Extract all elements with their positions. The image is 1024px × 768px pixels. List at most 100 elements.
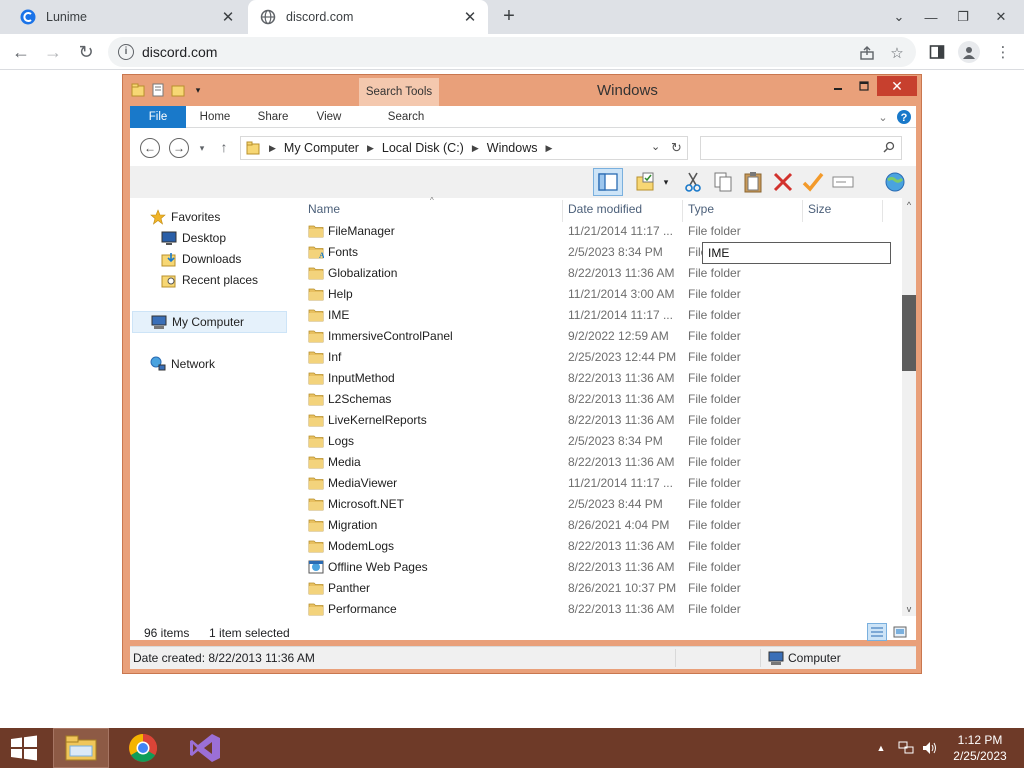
breadcrumb-separator-icon[interactable]: ▶ <box>472 143 479 154</box>
bookmark-star-icon[interactable]: ☆ <box>888 44 906 62</box>
scroll-down-icon[interactable]: v <box>902 602 916 616</box>
tab-home[interactable]: Home <box>190 106 240 128</box>
restore-button[interactable]: ❐ <box>946 0 980 34</box>
column-divider[interactable] <box>562 200 563 222</box>
file-row[interactable]: L2Schemas 8/22/2013 11:36 AM File folder <box>300 389 900 410</box>
file-row[interactable]: FileManager 11/21/2014 11:17 ... File fold… <box>300 221 900 242</box>
address-bar[interactable]: ▶ My Computer ▶ Local Disk (C:) ▶ Window… <box>240 136 688 160</box>
file-row[interactable]: Performance 8/22/2013 11:36 AM File folder <box>300 599 900 620</box>
file-row[interactable]: Panther 8/26/2021 10:37 PM File folder <box>300 578 900 599</box>
column-divider[interactable] <box>802 200 803 222</box>
side-panel-icon[interactable] <box>928 43 946 61</box>
cut-icon[interactable] <box>680 169 706 195</box>
forward-button[interactable]: → <box>40 39 66 65</box>
properties-icon[interactable] <box>150 82 166 98</box>
file-row[interactable]: Inf 2/25/2023 12:44 PM File folder <box>300 347 900 368</box>
column-divider[interactable] <box>882 200 883 222</box>
new-folder-icon[interactable] <box>170 82 186 98</box>
details-view-icon[interactable] <box>867 623 887 641</box>
show-hidden-icons-icon[interactable]: ▲ <box>874 740 888 756</box>
file-row[interactable]: Logs 2/5/2023 8:34 PM File folder <box>300 431 900 452</box>
tab-view[interactable]: View <box>305 106 353 128</box>
volume-icon[interactable] <box>920 740 940 756</box>
share-icon[interactable] <box>858 44 876 62</box>
scroll-thumb[interactable] <box>902 295 916 371</box>
column-type[interactable]: Type <box>688 202 714 216</box>
column-date-modified[interactable]: Date modified <box>568 202 642 216</box>
breadcrumb-separator-icon[interactable]: ▶ <box>269 143 276 154</box>
breadcrumb-local-disk[interactable]: Local Disk (C:) <box>382 141 464 155</box>
breadcrumb-windows[interactable]: Windows <box>487 141 538 155</box>
file-row[interactable]: LiveKernelReports 8/22/2013 11:36 AM File … <box>300 410 900 431</box>
preview-pane-icon[interactable] <box>593 168 623 196</box>
file-row[interactable]: Microsoft.NET 2/5/2023 8:44 PM File folder <box>300 494 900 515</box>
vertical-scrollbar[interactable]: ^ v <box>902 198 916 616</box>
address-bar[interactable]: i discord.com ☆ <box>108 37 916 67</box>
tab-close-icon[interactable]: ✕ <box>460 7 480 27</box>
file-row[interactable]: Media 8/22/2013 11:36 AM File folder <box>300 452 900 473</box>
browser-menu-icon[interactable]: ⋮ <box>994 43 1012 61</box>
tab-discord[interactable]: discord.com ✕ <box>248 0 488 34</box>
maximize-button[interactable] <box>851 76 877 96</box>
checkmark-icon[interactable] <box>800 169 826 195</box>
tab-search[interactable]: Search <box>366 106 446 128</box>
expand-ribbon-chevron-icon[interactable]: ⌄ <box>875 109 891 125</box>
forward-button[interactable]: → <box>169 138 189 158</box>
refresh-icon[interactable]: ↻ <box>671 140 682 156</box>
large-icons-view-icon[interactable] <box>891 623 909 641</box>
tab-search-chevron-icon[interactable]: ⌄ <box>882 0 916 34</box>
start-button[interactable] <box>0 728 48 768</box>
file-row[interactable]: InputMethod 8/22/2013 11:36 AM File folder <box>300 368 900 389</box>
taskbar-visual-studio-icon[interactable] <box>177 728 233 768</box>
close-window-button[interactable]: ✕ <box>984 0 1018 34</box>
globe-icon[interactable] <box>882 169 908 195</box>
breadcrumb-separator-icon[interactable]: ▶ <box>545 143 552 154</box>
column-size[interactable]: Size <box>808 202 831 216</box>
taskbar-clock[interactable]: 1:12 PM 2/25/2023 <box>944 732 1016 764</box>
rename-input[interactable]: IME <box>702 242 891 264</box>
profile-avatar-icon[interactable] <box>958 41 980 63</box>
column-name[interactable]: Name <box>308 202 340 216</box>
minimize-button[interactable]: — <box>914 0 948 34</box>
tab-share[interactable]: Share <box>248 106 298 128</box>
folder-options-chevron-icon[interactable]: ▾ <box>660 169 672 195</box>
help-icon[interactable]: ? <box>896 109 912 125</box>
search-input[interactable] <box>700 136 902 160</box>
scroll-up-icon[interactable]: ^ <box>902 198 916 212</box>
nav-desktop[interactable]: Desktop <box>161 227 226 249</box>
file-row[interactable]: MediaViewer 11/21/2014 11:17 ... File fold… <box>300 473 900 494</box>
network-tray-icon[interactable] <box>896 740 916 756</box>
site-info-icon[interactable]: i <box>118 44 134 60</box>
file-row[interactable]: Help 11/21/2014 3:00 AM File folder <box>300 284 900 305</box>
back-button[interactable]: ← <box>140 138 160 158</box>
tab-close-icon[interactable]: ✕ <box>218 7 238 27</box>
nav-downloads[interactable]: Downloads <box>161 248 241 270</box>
nav-favorites[interactable]: Favorites <box>150 206 220 228</box>
new-tab-button[interactable]: + <box>498 6 520 27</box>
file-row[interactable]: Migration 8/26/2021 4:04 PM File folder <box>300 515 900 536</box>
paste-icon[interactable] <box>740 169 766 195</box>
nav-my-computer[interactable]: My Computer <box>132 311 287 333</box>
reload-button[interactable]: ↻ <box>73 39 99 65</box>
breadcrumb-separator-icon[interactable]: ▶ <box>367 143 374 154</box>
minimize-button[interactable] <box>825 76 851 96</box>
column-divider[interactable] <box>682 200 683 222</box>
up-button[interactable]: ↑ <box>214 134 234 160</box>
delete-icon[interactable] <box>770 169 796 195</box>
close-button[interactable]: ✕ <box>877 76 917 96</box>
back-button[interactable]: ← <box>8 39 34 65</box>
tab-lunime[interactable]: Lunime ✕ <box>8 0 246 34</box>
file-row[interactable]: ImmersiveControlPanel 9/2/2022 12:59 AM Fi… <box>300 326 900 347</box>
file-row[interactable]: ModemLogs 8/22/2013 11:36 AM File folder <box>300 536 900 557</box>
copy-icon[interactable] <box>710 169 736 195</box>
taskbar-file-explorer-icon[interactable] <box>53 728 109 768</box>
file-row[interactable]: IME 11/21/2014 11:17 ... File folder <box>300 305 900 326</box>
customize-qat-chevron-icon[interactable]: ▾ <box>190 82 206 98</box>
rename-icon[interactable] <box>830 169 856 195</box>
nav-recent-places[interactable]: Recent places <box>161 269 258 291</box>
breadcrumb-my-computer[interactable]: My Computer <box>284 141 359 155</box>
file-row[interactable]: Offline Web Pages 8/22/2013 11:36 AM File … <box>300 557 900 578</box>
tab-file[interactable]: File <box>130 106 186 128</box>
file-row[interactable]: Globalization 8/22/2013 11:36 AM File fold… <box>300 263 900 284</box>
taskbar-chrome-icon[interactable] <box>115 728 171 768</box>
